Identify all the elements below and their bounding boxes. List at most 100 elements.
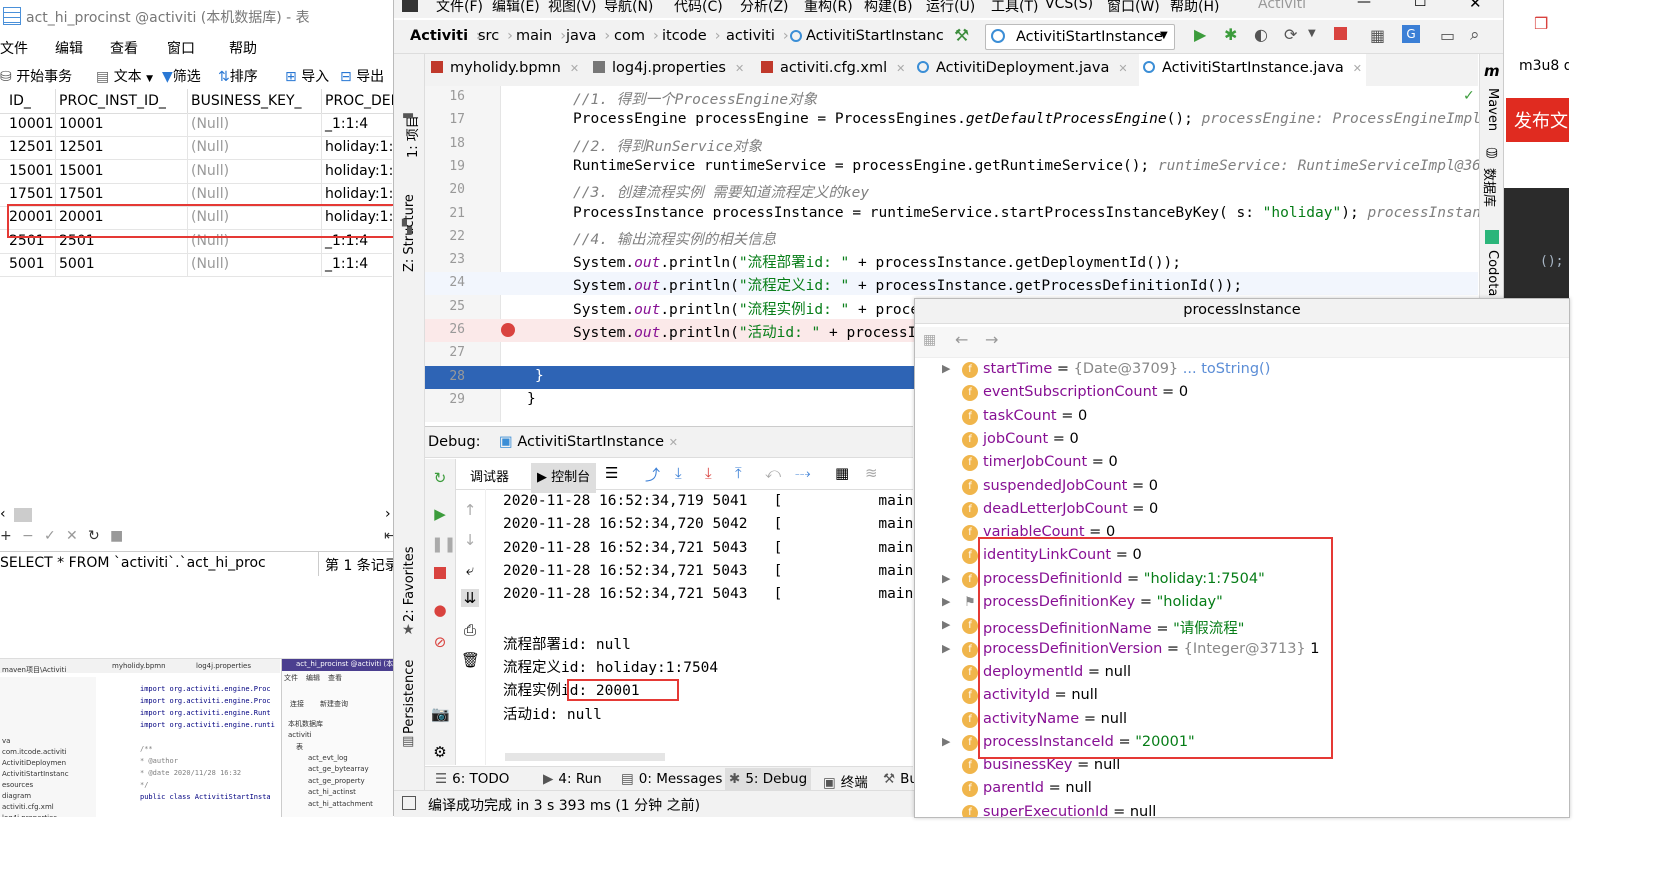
stop-icon[interactable] [1334,27,1347,40]
code-line[interactable]: 20 //3. 创建流程实例 需要知道流程定义的key [425,179,1478,202]
ide-menu-item[interactable]: 帮助(H) [1170,0,1219,16]
expand-arrow-icon[interactable]: ▶ [942,618,950,631]
cell-id[interactable]: 15001 [9,163,54,179]
scroll-down-icon[interactable]: ↓ [461,531,479,549]
sort-button[interactable]: ⇅排序 [218,66,258,86]
col-id[interactable]: ID_ [9,93,31,109]
run-config-select[interactable]: ActivitiStartInstance ▼ [985,24,1175,50]
expand-arrow-icon[interactable]: ▶ [942,642,950,655]
coverage-icon[interactable]: ◐ [1254,25,1268,44]
breadcrumb-item[interactable]: src › [478,28,513,44]
stop-debug-icon[interactable] [431,565,449,583]
close-tab-icon[interactable]: ✕ [735,62,744,75]
variable-row[interactable]: f deadLetterJobCount = 0 [915,499,1569,522]
clear-console-icon[interactable]: 🗑 [461,651,480,669]
cell-id[interactable]: 5001 [9,256,45,272]
menu-file[interactable]: 文件 [0,38,28,58]
puzzle-icon[interactable]: ❒ [1534,14,1548,33]
ide-menu-item[interactable]: 分析(Z) [740,0,789,16]
more-run-chevron-icon[interactable]: ▼ [1308,28,1316,39]
code-line[interactable]: 21 ProcessInstance processInstance = runt… [425,203,1507,226]
cell-business-key[interactable]: (Null) [191,163,229,179]
cell-id[interactable]: 17501 [9,186,54,202]
drop-frame-icon[interactable]: ⤺ [765,464,781,482]
codota-tool-tab[interactable]: Codota [1485,250,1500,296]
resume-icon[interactable]: ▶ [431,505,449,523]
cell-proc-inst-id[interactable]: 17501 [59,186,104,202]
menu-window[interactable]: 窗口 [167,38,195,58]
ide-menu-item[interactable]: 重构(R) [804,0,853,16]
settings-gear-icon[interactable]: ⚙ [431,743,449,761]
console-output[interactable]: 2020-11-28 16:52:34,719 5041 [ main] 2020… [503,489,922,765]
variable-row[interactable]: f parentId = null [915,778,1569,801]
code-line[interactable]: 19 RuntimeService runtimeService = proces… [425,156,1498,179]
run-to-cursor-icon[interactable]: ⤏ [795,464,811,482]
close-button[interactable]: ✕ [1469,0,1482,12]
ide-menu-item[interactable]: 运行(U) [926,0,975,16]
close-tab-icon[interactable]: ✕ [669,436,678,449]
ide-menu-item[interactable]: 视图(V) [548,0,597,16]
variable-row[interactable]: f superExecutionId = null [915,802,1569,817]
bottom-tool-tab[interactable]: ▤ 0: Messages [621,771,722,787]
mute-breakpoints-icon[interactable]: ⊘ [431,633,449,651]
breadcrumb-item[interactable]: activiti › [726,28,789,44]
translate-icon[interactable]: G [1402,25,1420,43]
step-out-icon[interactable]: ⤒ [735,464,742,482]
print-icon[interactable]: ⎙ [461,621,479,639]
ide-menu-item[interactable]: 构建(B) [864,0,913,16]
code-line[interactable]: 16 //1. 得到一个ProcessEngine对象 [425,86,1478,109]
close-tab-icon[interactable]: ✕ [1353,62,1362,75]
variable-row[interactable]: f jobCount = 0 [915,429,1569,452]
ide-menu-item[interactable]: VCS(S) [1045,0,1093,12]
minimize-button[interactable]: — [1357,0,1371,10]
expand-arrow-icon[interactable]: ▶ [942,362,950,375]
bottom-tool-tab[interactable]: ✱ 5: Debug [725,768,812,790]
cell-id[interactable]: 12501 [9,139,54,155]
expand-arrow-icon[interactable]: ▶ [942,572,950,585]
cell-business-key[interactable]: (Null) [191,186,229,202]
trace-icon[interactable]: ≋ [865,464,878,482]
cell-proc-def[interactable]: holiday:1:7 [325,139,402,155]
expand-arrow-icon[interactable]: ▶ [942,595,950,608]
cell-proc-def[interactable]: _1:1:4 [325,256,368,272]
scroll-right-icon[interactable]: › [385,506,391,522]
code-line[interactable]: 22 //4. 输出流程实例的相关信息 [425,226,1478,249]
variable-row[interactable]: f eventSubscriptionCount = 0 [915,382,1569,405]
breadcrumb-item[interactable]: java › [566,28,610,44]
close-tab-icon[interactable]: ✕ [896,62,905,75]
code-line[interactable]: 18 //2. 得到RunService对象 [425,133,1478,156]
code-line[interactable]: 17 ProcessEngine processEngine = ProcessE… [425,109,1507,132]
code-line[interactable]: 23 System.out.println("流程部署id: " + proces… [425,249,1478,272]
layout-icon[interactable]: ▭ [1440,26,1455,45]
discard-icon[interactable]: ✕ [66,528,78,544]
evaluate-icon[interactable]: ▦ [835,464,849,482]
breadcrumb-item[interactable]: main › [516,28,566,44]
breadcrumb-item[interactable]: Activiti › [410,28,482,44]
text-button[interactable]: ▤ 文本 ▼ [96,66,153,86]
favorites-tool-tab[interactable]: 2: Favorites [402,546,417,622]
forward-arrow-icon[interactable]: → [985,330,998,349]
expand-arrow-icon[interactable]: ▶ [942,735,950,748]
profile-icon[interactable]: ⟳ [1284,25,1297,44]
variable-row[interactable]: f taskCount = 0 [915,406,1569,429]
breadcrumb-item[interactable]: ActivitiStartInstanc [790,28,944,44]
cell-business-key[interactable]: (Null) [191,256,229,272]
table-row[interactable]: 10001 10001 (Null) _1:1:4 [0,113,392,137]
debug-session-tab[interactable]: ▣ ActivitiStartInstance ✕ [499,434,678,450]
ide-menu-item[interactable]: 编辑(E) [492,0,540,16]
variable-row[interactable]: f timerJobCount = 0 [915,452,1569,475]
filter-button[interactable]: ▼筛选 [162,66,201,86]
scroll-up-icon[interactable]: ↑ [461,501,479,519]
bottom-tool-tab[interactable]: ▶ 4: Run [543,771,602,787]
breadcrumb-item[interactable]: com › [614,28,659,44]
maven-tool-tab[interactable]: Maven [1485,88,1500,131]
database-tool-tab[interactable]: 数据库 [1481,168,1500,207]
search-icon[interactable]: ⌕ [1470,25,1480,45]
ide-menu-item[interactable]: 工具(T) [991,0,1038,16]
apply-icon[interactable]: ✓ [44,528,56,544]
cell-proc-def[interactable]: _1:1:4 [325,116,368,132]
publish-button[interactable]: 发布文 [1506,98,1569,142]
console-hscrollbar[interactable] [505,753,665,761]
menu-view[interactable]: 查看 [110,38,138,58]
ide-menu-item[interactable]: 代码(C) [674,0,723,16]
